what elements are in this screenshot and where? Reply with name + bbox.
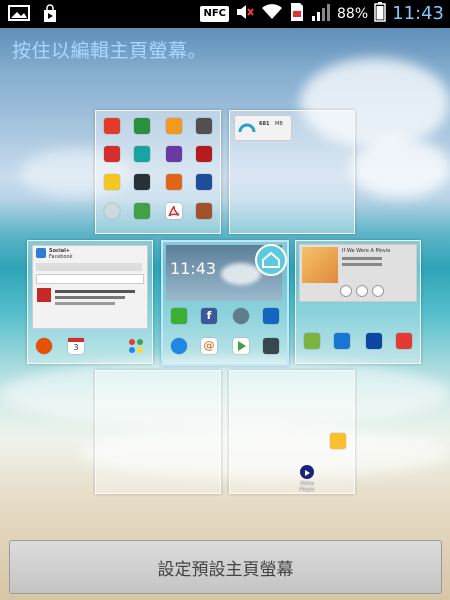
video-player-icon bbox=[300, 465, 314, 479]
home-page-thumbnail-3[interactable]: Social+ Facebook 3 bbox=[27, 240, 153, 364]
apps-dots-icon bbox=[128, 338, 144, 354]
globe-icon bbox=[171, 338, 187, 354]
memory-value: 681 bbox=[259, 121, 270, 127]
status-bar: NFC 88% 11:43 bbox=[0, 0, 450, 28]
settings-icon bbox=[233, 308, 249, 324]
social-widget-subtitle: Facebook bbox=[49, 254, 73, 260]
app-icon bbox=[196, 118, 212, 134]
album-art bbox=[302, 247, 338, 283]
app-icon bbox=[196, 203, 212, 219]
home-page-thumbnail-6[interactable] bbox=[95, 370, 221, 494]
play-store-icon bbox=[40, 4, 60, 28]
app-icon bbox=[134, 118, 150, 134]
signal-icon bbox=[311, 2, 331, 26]
app-icon bbox=[134, 203, 150, 219]
gallery-icon bbox=[8, 4, 30, 28]
wifi-icon bbox=[261, 3, 283, 25]
app-icon bbox=[104, 118, 120, 134]
battery-icon bbox=[374, 2, 386, 26]
gallery-icon bbox=[304, 333, 320, 349]
social-tabs bbox=[36, 263, 142, 271]
home-page-thumbnail-5[interactable]: If We Were A Movie bbox=[295, 240, 421, 364]
facebook-icon: f bbox=[201, 308, 217, 324]
clock-icon bbox=[36, 338, 52, 354]
app-icon bbox=[166, 146, 182, 162]
music-title: If We Were A Movie bbox=[342, 248, 391, 254]
calendar-day: 3 bbox=[73, 343, 79, 352]
nfc-badge: NFC bbox=[200, 6, 229, 22]
acrobat-icon bbox=[166, 203, 182, 219]
app-icon bbox=[134, 146, 150, 162]
mute-icon bbox=[235, 2, 255, 26]
spiral-icon bbox=[104, 203, 120, 219]
social-widget: Social+ Facebook bbox=[32, 245, 148, 329]
app-icon bbox=[166, 174, 182, 190]
app-icon bbox=[104, 174, 120, 190]
music-widget: If We Were A Movie bbox=[299, 244, 417, 302]
play-icon bbox=[233, 338, 249, 354]
video-icon bbox=[263, 308, 279, 324]
youtube-icon bbox=[396, 333, 412, 349]
at-icon: @ bbox=[201, 338, 217, 354]
set-default-home-button[interactable]: 設定預設主頁螢幕 bbox=[9, 540, 442, 594]
app-icon bbox=[196, 146, 212, 162]
app-grid-icon bbox=[330, 433, 346, 449]
line-icon bbox=[171, 308, 187, 324]
battery-percent: 88% bbox=[337, 6, 369, 22]
post-thumbnail bbox=[37, 288, 51, 302]
home-page-thumbnail-7[interactable]: Video Player bbox=[229, 370, 355, 494]
home-page-thumbnail-2[interactable]: 681 MB bbox=[229, 110, 355, 234]
memory-widget: 681 MB bbox=[234, 115, 292, 141]
clapper-icon bbox=[366, 333, 382, 349]
widget-clock: 11:43 bbox=[170, 259, 217, 278]
home-icon bbox=[255, 244, 287, 276]
memory-unit: MB bbox=[275, 121, 283, 127]
app-icon bbox=[166, 118, 182, 134]
app-icon bbox=[196, 174, 212, 190]
sim-icon bbox=[289, 2, 305, 26]
apps-icon bbox=[334, 333, 350, 349]
home-page-thumbnail-4[interactable]: 11:43 f @ bbox=[161, 240, 289, 366]
app-icon bbox=[104, 146, 120, 162]
app-icon bbox=[134, 174, 150, 190]
social-icon bbox=[36, 248, 46, 258]
social-input bbox=[36, 274, 144, 284]
music-controls bbox=[340, 285, 410, 297]
edit-hint-text: 按住以編輯主頁螢幕。 bbox=[12, 40, 208, 62]
home-page-thumbnail-1[interactable] bbox=[95, 110, 221, 234]
calendar-icon: 3 bbox=[68, 338, 84, 354]
camera-icon bbox=[263, 338, 279, 354]
clock: 11:43 bbox=[392, 3, 444, 24]
video-player-label: Video Player bbox=[299, 481, 315, 493]
